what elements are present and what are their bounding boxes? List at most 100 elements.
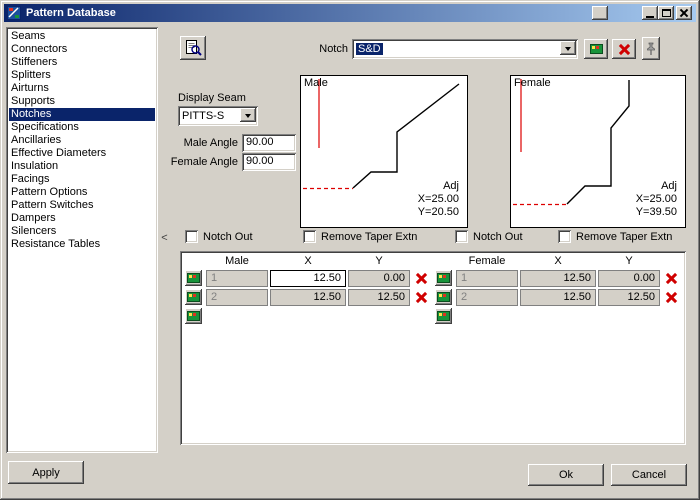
adj-line: Adj: [443, 180, 459, 192]
adj-line: X=25.00: [635, 193, 677, 205]
female-angle-label: Female Angle: [170, 156, 238, 168]
sidebar-item-effective-diameters[interactable]: Effective Diameters: [9, 147, 155, 160]
female-insert-row-button[interactable]: [435, 289, 452, 305]
notch-combobox[interactable]: S&D: [352, 39, 578, 59]
female-y-value-cell[interactable]: 12.50: [598, 289, 660, 306]
male-delete-row-button[interactable]: [414, 291, 429, 304]
female-insert-row-button[interactable]: [435, 270, 452, 286]
adj-line: X=25.00: [417, 193, 459, 205]
display-seam-combobox[interactable]: PITTS-S: [178, 106, 258, 126]
male-insert-row-button[interactable]: [185, 289, 202, 305]
add-icon: [437, 311, 450, 321]
close-button[interactable]: [676, 6, 692, 20]
male-y-value-cell[interactable]: 0.00: [348, 270, 410, 287]
titlebar[interactable]: Pattern Database: [4, 4, 696, 22]
female-add-row-button[interactable]: [435, 308, 452, 324]
pin-button[interactable]: [642, 37, 660, 60]
male-delete-row-button[interactable]: [414, 272, 429, 285]
sidebar-item-specifications[interactable]: Specifications: [9, 121, 155, 134]
male-row-number-cell[interactable]: 2: [206, 289, 268, 306]
display-seam-dropdown-button[interactable]: [240, 108, 256, 122]
sidebar-item-pattern-options[interactable]: Pattern Options: [9, 186, 155, 199]
sidebar-item-dampers[interactable]: Dampers: [9, 212, 155, 225]
pushpin-icon: [647, 42, 655, 55]
sidebar-item-airturns[interactable]: Airturns: [9, 82, 155, 95]
ok-button[interactable]: Ok: [528, 464, 604, 486]
male-preview-panel: Male Adj X=25.00 Y=20.50: [300, 75, 468, 228]
sidebar-item-ancillaries[interactable]: Ancillaries: [9, 134, 155, 147]
male-x-value-cell[interactable]: 12.50: [270, 270, 346, 287]
minimize-button[interactable]: [642, 6, 658, 20]
sidebar-collapse-button[interactable]: <: [159, 229, 170, 248]
male-preview-title: Male: [304, 77, 328, 89]
sidebar-item-facings[interactable]: Facings: [9, 173, 155, 186]
sidebar-item-silencers[interactable]: Silencers: [9, 225, 155, 238]
magnifier-document-icon: [185, 39, 202, 56]
sidebar-item-splitters[interactable]: Splitters: [9, 69, 155, 82]
add-icon: [437, 273, 450, 283]
app-icon: [7, 6, 21, 23]
female-delete-row-button[interactable]: [664, 272, 679, 285]
chevron-down-icon: [565, 46, 571, 54]
female-x-column-header: X: [554, 255, 562, 267]
sidebar-item-connectors[interactable]: Connectors: [9, 43, 155, 56]
female-angle-field[interactable]: 90.00: [242, 153, 296, 171]
sidebar-item-seams[interactable]: Seams: [9, 30, 155, 43]
male-row-number-cell[interactable]: 1: [206, 270, 268, 287]
minimize-icon: [646, 16, 654, 18]
male-x-value-cell[interactable]: 12.50: [270, 289, 346, 306]
remove-taper-extn-female-checkbox[interactable]: [558, 230, 571, 243]
notch-out-female-checkbox[interactable]: [455, 230, 468, 243]
female-x-value-cell[interactable]: 12.50: [520, 289, 596, 306]
female-x-value-cell[interactable]: 12.50: [520, 270, 596, 287]
preview-zoom-button[interactable]: [180, 36, 206, 60]
female-column-header: Female: [468, 255, 506, 267]
notch-out-male-checkbox[interactable]: [185, 230, 198, 243]
remove-taper-extn-female-label: Remove Taper Extn: [576, 231, 673, 243]
sidebar-item-pattern-switches[interactable]: Pattern Switches: [9, 199, 155, 212]
cancel-button[interactable]: Cancel: [611, 464, 687, 486]
table-row: 1 12.50 0.00 1 12.50 0.00: [180, 270, 686, 287]
sidebar-item-notches[interactable]: Notches: [9, 108, 155, 121]
male-add-row-button[interactable]: [185, 308, 202, 324]
add-icon: [187, 292, 200, 302]
delete-x-icon: [617, 43, 632, 56]
female-preview-panel: Female Adj X=25.00 Y=39.50: [510, 75, 686, 228]
titlebar-extra-button[interactable]: [592, 6, 608, 20]
male-insert-row-button[interactable]: [185, 270, 202, 286]
notch-out-female-label: Notch Out: [473, 231, 523, 243]
sidebar-item-insulation[interactable]: Insulation: [9, 160, 155, 173]
adj-line: Y=39.50: [635, 206, 677, 218]
male-column-header: Male: [225, 255, 249, 267]
new-notch-button[interactable]: [584, 39, 608, 59]
male-y-value-cell[interactable]: 12.50: [348, 289, 410, 306]
new-item-icon: [589, 44, 603, 54]
sidebar-item-stiffeners[interactable]: Stiffeners: [9, 56, 155, 69]
notch-dropdown-button[interactable]: [560, 41, 576, 55]
female-row-number-cell[interactable]: 1: [456, 270, 518, 287]
maximize-button[interactable]: [658, 6, 674, 20]
maximize-icon: [661, 9, 671, 17]
male-angle-field[interactable]: 90.00: [242, 134, 296, 152]
chevron-down-icon: [245, 113, 251, 121]
male-angle-label: Male Angle: [183, 137, 238, 149]
notch-out-male-label: Notch Out: [203, 231, 253, 243]
female-row-number-cell[interactable]: 2: [456, 289, 518, 306]
apply-button[interactable]: Apply: [8, 461, 84, 484]
female-adj-readout: Adj X=25.00 Y=39.50: [636, 180, 677, 219]
add-icon: [187, 273, 200, 283]
delete-notch-button[interactable]: [612, 39, 636, 59]
male-adj-readout: Adj X=25.00 Y=20.50: [418, 180, 459, 219]
male-x-column-header: X: [304, 255, 312, 267]
adj-line: Adj: [661, 180, 677, 192]
female-y-value-cell[interactable]: 0.00: [598, 270, 660, 287]
points-table-panel: Male X Y Female X Y 1 12.50 0.00 1 12.50…: [180, 251, 686, 445]
sidebar-item-supports[interactable]: Supports: [9, 95, 155, 108]
male-y-column-header: Y: [375, 255, 383, 267]
remove-taper-extn-male-checkbox[interactable]: [303, 230, 316, 243]
add-icon: [187, 311, 200, 321]
female-delete-row-button[interactable]: [664, 291, 679, 304]
female-y-column-header: Y: [625, 255, 633, 267]
add-icon: [437, 292, 450, 302]
sidebar-item-resistance-tables[interactable]: Resistance Tables: [9, 238, 155, 251]
